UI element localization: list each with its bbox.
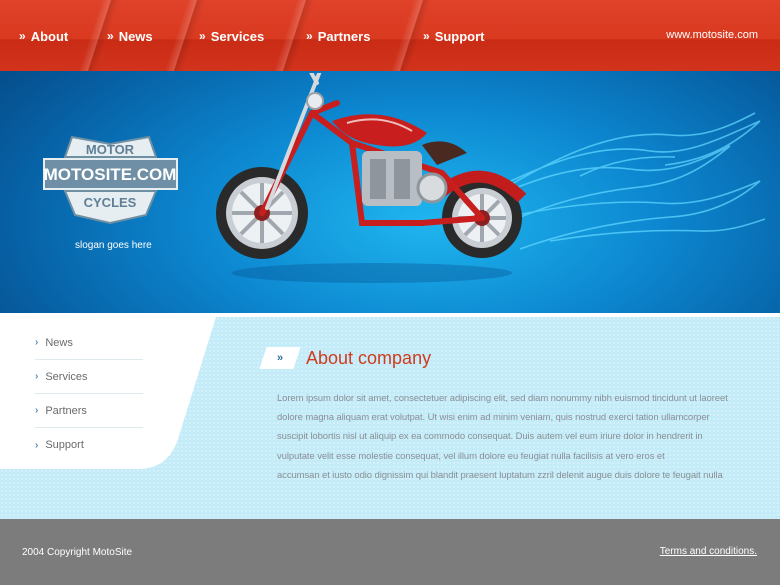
sidebar-item-label: Services <box>45 370 88 383</box>
sidebar-item-news[interactable]: › News <box>35 326 143 360</box>
footer: 2004 Copyright MotoSite Terms and condit… <box>0 519 780 585</box>
chevron-right-icon: › <box>35 439 39 451</box>
text-line: Lorem ipsum dolor sit amet, consectetuer… <box>277 393 728 404</box>
nav-item-label: News <box>118 28 153 44</box>
sidebar-item-support[interactable]: › Support <box>35 428 143 462</box>
hero-banner: MOTOR MOTOSITE.COM CYCLES slogan goes he… <box>0 71 780 313</box>
nav-item-label: Services <box>210 28 265 44</box>
sidebar-menu: › News › Services › Partners › Support <box>35 326 143 462</box>
sidebar-item-services[interactable]: › Services <box>35 360 143 394</box>
double-chevron-icon: » <box>199 29 206 43</box>
text-line: accumsan et iusto odio dignissim qui bla… <box>277 469 723 481</box>
heading-badge: » <box>259 347 301 369</box>
nav-item-about[interactable]: » About <box>19 27 68 45</box>
text-line: vulputate velit esse molestie consequat,… <box>277 450 665 462</box>
copyright: 2004 Copyright MotoSite <box>22 547 133 558</box>
nav-item-news[interactable]: » News <box>107 27 153 45</box>
chopper-motorcycle-image <box>216 73 527 283</box>
nav-item-partners[interactable]: » Partners <box>306 27 370 45</box>
content-area: › News › Services › Partners › Support »… <box>0 317 780 519</box>
nav-item-label: Partners <box>317 28 371 44</box>
page-title: About company <box>306 347 432 368</box>
text-line: dolore magna aliquam erat volutpat. Ut w… <box>277 412 710 424</box>
nav-item-label: Support <box>434 28 485 44</box>
section-heading: » About company <box>259 347 432 369</box>
nav-item-label: About <box>30 28 69 44</box>
logo-word-motosite: MOTOSITE.COM <box>44 165 177 184</box>
logo-word-motor: MOTOR <box>86 142 135 157</box>
sidebar-item-partners[interactable]: › Partners <box>35 394 143 428</box>
nav-item-services[interactable]: » Services <box>199 27 264 45</box>
double-chevron-icon: » <box>306 29 313 43</box>
sidebar-item-label: Support <box>45 439 84 451</box>
nav-item-support[interactable]: » Support <box>423 27 485 45</box>
sidebar-item-label: Partners <box>45 404 87 417</box>
logo-word-cycles: CYCLES <box>84 195 137 210</box>
double-chevron-icon: » <box>19 29 26 43</box>
about-text: Lorem ipsum dolor sit amet, consectetuer… <box>277 389 737 485</box>
chevron-right-icon: › <box>35 371 39 382</box>
top-navigation: » About » News » Services » Partners » S… <box>0 0 780 71</box>
text-line: suscipit lobortis nisl ut aliquip ex ea … <box>277 431 703 443</box>
terms-link[interactable]: Terms and conditions. <box>660 546 757 557</box>
double-chevron-icon: » <box>276 352 284 364</box>
chevron-right-icon: › <box>35 405 39 416</box>
motosite-logo: MOTOR MOTOSITE.COM CYCLES <box>43 135 178 225</box>
slogan: slogan goes here <box>75 240 152 251</box>
site-url: www.motosite.com <box>666 29 758 41</box>
sidebar-item-label: News <box>45 336 73 349</box>
double-chevron-icon: » <box>423 29 430 43</box>
chevron-right-icon: › <box>35 337 39 348</box>
double-chevron-icon: » <box>107 29 114 43</box>
